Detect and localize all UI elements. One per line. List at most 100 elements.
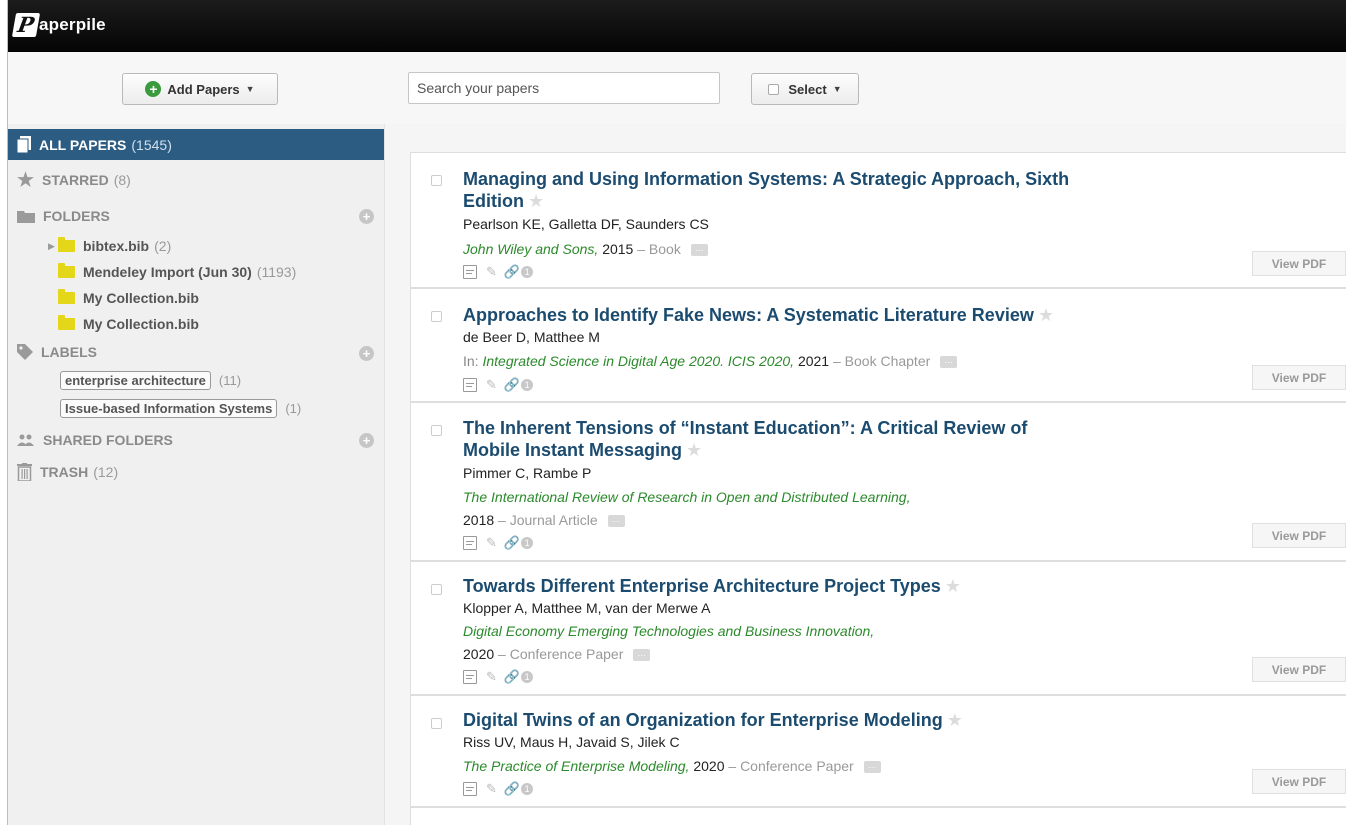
star-icon[interactable]: ★ <box>947 710 963 730</box>
sidebar-item-folder[interactable]: Mendeley Import (Jun 30) (1193) <box>58 262 296 282</box>
sidebar-item-starred[interactable]: ★ STARRED (8) <box>17 170 131 191</box>
folder-count: (1193) <box>256 264 297 280</box>
search-input[interactable] <box>408 72 720 104</box>
more-icon[interactable]: … <box>690 244 708 257</box>
paper-checkbox[interactable] <box>431 425 442 436</box>
paperclip-icon[interactable]: 🔗 <box>504 669 520 685</box>
pencil-icon[interactable]: ✎ <box>486 377 497 393</box>
star-icon[interactable]: ★ <box>1038 305 1054 325</box>
sidebar-item-label[interactable]: Issue-based Information Systems (1) <box>60 399 301 418</box>
paper-venue-line: The International Review of Research in … <box>463 489 1263 505</box>
view-pdf-button[interactable]: View PDF <box>1252 251 1346 276</box>
left-edge <box>0 0 8 825</box>
select-button[interactable]: Select ▼ <box>751 73 859 105</box>
paper-venue-line: Digital Economy Emerging Technologies an… <box>463 623 1263 639</box>
paper-title[interactable]: Managing and Using Information Systems: … <box>463 168 1163 212</box>
paper-authors: Klopper A, Matthee M, van der Merwe A <box>463 600 711 616</box>
notes-icon[interactable] <box>463 378 477 392</box>
paper-title-line: Digital Twins of an Organization for Ent… <box>463 710 943 730</box>
view-pdf-button[interactable]: View PDF <box>1252 365 1346 390</box>
sidebar-item-trash[interactable]: TRASH (12) <box>17 462 118 482</box>
folder-label: My Collection.bib <box>83 290 199 306</box>
notes-icon[interactable] <box>463 782 477 796</box>
paper-checkbox[interactable] <box>431 175 442 186</box>
paper-year: 2018 <box>463 512 495 528</box>
paper-title[interactable]: Digital Twins of an Organization for Ent… <box>463 709 1163 731</box>
paper-venue: Integrated Science in Digital Age 2020. … <box>482 353 795 369</box>
more-icon[interactable]: … <box>863 761 881 774</box>
starred-label: STARRED <box>42 172 109 188</box>
star-icon[interactable]: ★ <box>686 440 702 460</box>
star-icon[interactable]: ★ <box>528 191 544 211</box>
paper-type: – Book <box>637 241 681 257</box>
paper-checkbox[interactable] <box>431 311 442 322</box>
select-checkbox-icon <box>768 83 780 95</box>
pencil-icon[interactable]: ✎ <box>486 781 497 797</box>
paper-title[interactable]: Approaches to Identify Fake News: A Syst… <box>463 304 1183 326</box>
add-folder-icon[interactable]: + <box>359 209 374 224</box>
paper-checkbox[interactable] <box>431 718 442 729</box>
paper-title[interactable]: The Inherent Tensions of “Instant Educat… <box>463 417 1163 461</box>
paper-row[interactable]: Approaches to Identify Fake News: A Syst… <box>410 288 1346 402</box>
pencil-icon[interactable]: ✎ <box>486 535 497 551</box>
paper-row[interactable]: The Inherent Tensions of “Instant Educat… <box>410 402 1346 561</box>
label-pill: Issue-based Information Systems <box>60 399 278 418</box>
paper-title[interactable]: Towards Different Enterprise Architectur… <box>463 575 1163 597</box>
expand-arrow-icon[interactable]: ▶ <box>48 241 55 252</box>
paper-venue: John Wiley and Sons, <box>463 241 599 257</box>
notes-icon[interactable] <box>463 265 477 279</box>
caret-down-icon: ▼ <box>832 84 842 94</box>
paperclip-icon[interactable]: 🔗 <box>504 377 520 393</box>
notes-icon[interactable] <box>463 536 477 550</box>
paperclip-icon[interactable]: 🔗 <box>504 535 520 551</box>
paper-actions: ✎ 🔗 1 <box>463 781 534 797</box>
plus-circle-icon: + <box>145 81 162 97</box>
more-icon[interactable]: … <box>940 356 958 369</box>
view-pdf-button[interactable]: View PDF <box>1252 523 1346 548</box>
paperclip-icon[interactable]: 🔗 <box>504 264 520 280</box>
notes-icon[interactable] <box>463 670 477 684</box>
add-shared-folder-icon[interactable]: + <box>359 433 374 448</box>
paper-row[interactable] <box>410 807 1346 825</box>
view-pdf-button[interactable]: View PDF <box>1252 657 1346 682</box>
paper-row[interactable]: Digital Twins of an Organization for Ent… <box>410 695 1346 807</box>
add-papers-button[interactable]: + Add Papers ▼ <box>122 73 278 105</box>
paper-venue-prefix: In: <box>463 353 479 369</box>
sidebar-item-all-papers[interactable]: ALL PAPERS (1545) <box>8 129 384 160</box>
more-icon[interactable]: … <box>607 515 625 528</box>
sidebar-item-shared-folders[interactable]: SHARED FOLDERS <box>17 430 173 450</box>
paper-row[interactable]: Towards Different Enterprise Architectur… <box>410 561 1346 695</box>
pencil-icon[interactable]: ✎ <box>486 669 497 685</box>
paper-venue-line: John Wiley and Sons, 2015 – Book … <box>463 241 1263 257</box>
paper-venue-line: In: Integrated Science in Digital Age 20… <box>463 353 1263 369</box>
paper-title-line: Managing and Using Information Systems: … <box>463 169 1070 189</box>
paperclip-icon[interactable]: 🔗 <box>504 781 520 797</box>
add-label-icon[interactable]: + <box>359 346 374 361</box>
add-papers-label: Add Papers <box>167 81 240 97</box>
more-icon[interactable]: … <box>633 649 651 662</box>
paper-actions: ✎ 🔗 1 <box>463 377 534 393</box>
paper-actions: ✎ 🔗 1 <box>463 535 534 551</box>
star-icon[interactable]: ★ <box>945 576 961 596</box>
tag-icon <box>17 344 33 360</box>
folder-label: bibtex.bib <box>83 238 150 254</box>
sidebar-item-folder[interactable]: My Collection.bib <box>58 288 199 308</box>
sidebar-item-labels[interactable]: LABELS <box>17 342 97 362</box>
view-pdf-button[interactable]: View PDF <box>1252 769 1346 794</box>
sidebar-item-folder[interactable]: My Collection.bib <box>58 314 199 334</box>
caret-down-icon: ▼ <box>245 84 255 94</box>
attachment-count: 1 <box>521 537 534 549</box>
sidebar-item-folder[interactable]: bibtex.bib (2) <box>58 236 171 256</box>
paperpile-logo[interactable]: P aperpile <box>11 10 106 40</box>
pencil-icon[interactable]: ✎ <box>486 264 497 280</box>
folder-icon <box>58 263 75 278</box>
paper-row[interactable]: Managing and Using Information Systems: … <box>410 152 1346 288</box>
paper-checkbox[interactable] <box>431 584 442 595</box>
paper-title-line: Mobile Instant Messaging <box>463 440 683 460</box>
attachment-count: 1 <box>521 671 534 683</box>
label-count: (1) <box>285 401 302 416</box>
sidebar-item-folders[interactable]: FOLDERS <box>17 206 110 226</box>
paper-venue: The Practice of Enterprise Modeling, <box>463 758 690 774</box>
sidebar-item-label[interactable]: enterprise architecture (11) <box>60 371 241 390</box>
paper-title-line: The Inherent Tensions of “Instant Educat… <box>463 418 1028 438</box>
